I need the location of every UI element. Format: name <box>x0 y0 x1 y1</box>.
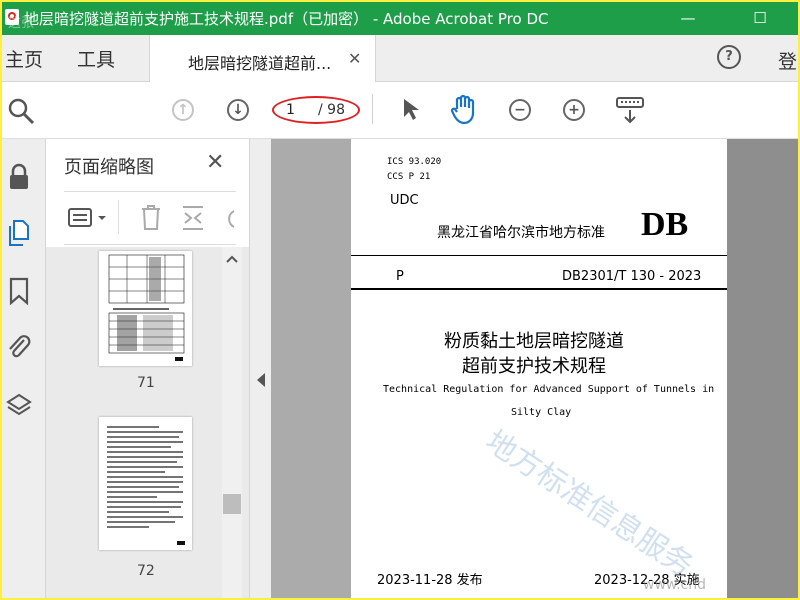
toolbar: ↑ ↓ / 98 − + <box>2 82 798 139</box>
ccs-code: CCS P 21 <box>387 172 431 182</box>
select-tool-icon[interactable] <box>400 97 422 123</box>
trash-icon[interactable] <box>139 204 163 232</box>
thumbnail-71-label: 71 <box>137 375 155 391</box>
title-line-2: 超前支护技术规程 <box>462 356 606 377</box>
english-title-line-2: Silty Clay <box>511 407 572 418</box>
thumbnail-71-preview <box>108 254 185 361</box>
thumbnail-options-icon[interactable] <box>68 207 110 229</box>
thumbnail-scrollbar[interactable] <box>222 247 242 598</box>
menu-home[interactable]: 主页 <box>5 45 43 72</box>
thumbnail-page-72[interactable] <box>99 417 192 550</box>
maximize-button[interactable]: ☐ <box>740 5 780 31</box>
zoom-out-button[interactable]: − <box>509 99 531 121</box>
document-tab-close-icon[interactable]: ✕ <box>348 49 361 68</box>
sign-in-link[interactable]: 登录 <box>778 47 798 74</box>
udc-label: UDC <box>390 193 419 208</box>
document-tab[interactable]: 地层暗挖隧道超前... ✕ <box>149 35 376 82</box>
lock-icon[interactable] <box>6 163 32 191</box>
db-mark: DB <box>641 206 689 243</box>
ics-code: ICS 93.020 <box>387 157 442 167</box>
minimize-button[interactable]: — <box>668 5 708 31</box>
page-number-input[interactable] <box>286 102 308 118</box>
panel-title: 页面缩略图 <box>64 157 154 178</box>
thumbnail-toolbar <box>64 191 236 245</box>
title-line-1: 粉质黏土地层暗挖隧道 <box>444 331 624 352</box>
pdf-page: ICS 93.020 CCS P 21 UDC 黑龙江省哈尔滨市地方标准 DB … <box>351 139 727 598</box>
extract-pages-icon[interactable] <box>180 204 206 232</box>
menu-tools[interactable]: 工具 <box>77 45 115 72</box>
layers-icon[interactable] <box>6 392 32 420</box>
page-total: / 98 <box>318 102 345 118</box>
panel-collapse-strip[interactable] <box>249 139 272 598</box>
collapse-panel-arrow-icon[interactable] <box>257 373 265 387</box>
title-bar: 这张 地层暗挖隧道超前支护施工技术规程.pdf（已加密） - Adobe Acr… <box>2 2 798 35</box>
thumbnail-toolbar-divider <box>118 200 119 234</box>
page-thumbnails-icon[interactable] <box>6 219 32 247</box>
page-navigator: / 98 <box>272 96 360 124</box>
thumbnail-scroll-thumb[interactable] <box>223 494 241 514</box>
document-view[interactable]: ICS 93.020 CCS P 21 UDC 黑龙江省哈尔滨市地方标准 DB … <box>271 139 798 598</box>
attachment-icon[interactable] <box>6 333 32 361</box>
zoom-in-button[interactable]: + <box>563 99 585 121</box>
thumbnail-72-label: 72 <box>137 563 155 579</box>
thumbnail-list: 71 72 <box>46 247 249 598</box>
next-page-button[interactable]: ↓ <box>227 99 249 121</box>
issue-date: 2023-11-28 发布 <box>377 573 483 588</box>
acrobat-window: 这张 地层暗挖隧道超前支护施工技术规程.pdf（已加密） - Adobe Acr… <box>2 2 798 598</box>
left-navigation-rail <box>2 139 46 598</box>
footer-watermark: www.cnd <box>643 577 706 593</box>
english-title-line-1: Technical Regulation for Advanced Suppor… <box>383 384 715 395</box>
zoom-search-icon[interactable] <box>6 96 36 126</box>
rotate-page-icon[interactable] <box>220 204 236 232</box>
p-letter: P <box>396 269 404 284</box>
diagonal-watermark: 地方标准信息服务 <box>478 423 700 584</box>
header-rule-top <box>351 255 727 256</box>
toolbar-divider <box>372 94 373 124</box>
menu-bar: 主页 工具 ? 登录 <box>2 35 798 82</box>
page-thumbnails-panel: 页面缩略图 ✕ 71 72 <box>46 139 249 598</box>
panel-close-icon[interactable]: ✕ <box>206 150 224 175</box>
thumbnail-72-preview <box>107 426 185 545</box>
standard-number: DB2301/T 130 - 2023 <box>562 269 702 284</box>
document-tab-label: 地层暗挖隧道超前... <box>188 54 332 73</box>
hand-tool-icon[interactable] <box>450 94 480 126</box>
window-title: 地层暗挖隧道超前支护施工技术规程.pdf（已加密） - Adobe Acroba… <box>24 10 549 28</box>
previous-page-button[interactable]: ↑ <box>172 99 194 121</box>
bookmark-icon[interactable] <box>6 277 32 305</box>
scroll-mode-icon[interactable] <box>616 97 646 125</box>
header-rule-bottom <box>351 288 727 290</box>
thumbnail-page-71[interactable] <box>99 251 192 366</box>
help-icon[interactable]: ? <box>717 45 741 69</box>
document-margin-right <box>727 139 798 598</box>
scroll-up-arrow-icon[interactable] <box>226 255 238 263</box>
issuer-label: 黑龙江省哈尔滨市地方标准 <box>437 225 605 241</box>
